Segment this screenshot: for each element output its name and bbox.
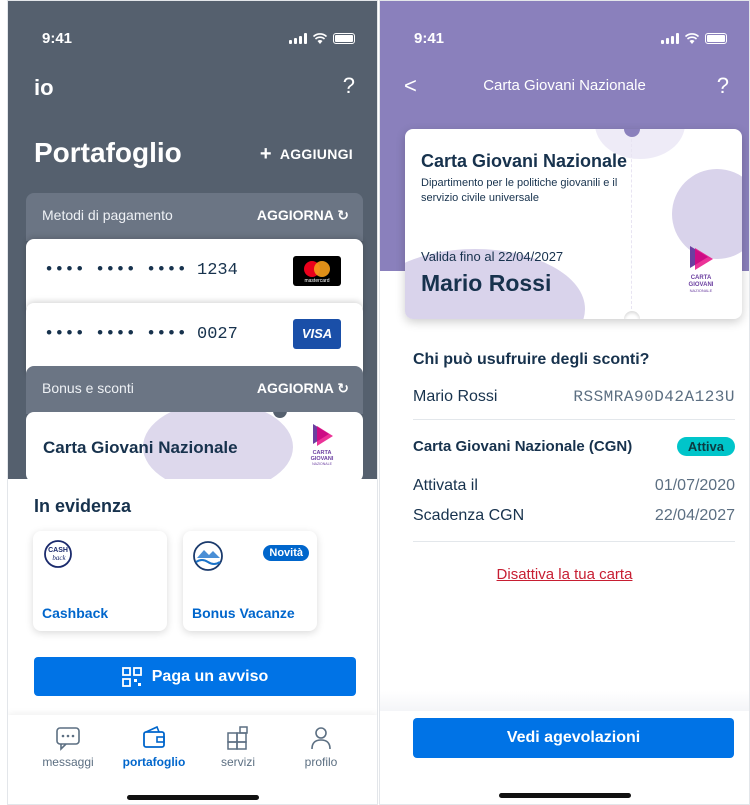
wifi-icon: [685, 32, 699, 44]
pay-notice-label: Paga un avviso: [151, 667, 269, 685]
signal-icon: [289, 32, 307, 44]
add-button-label: AGGIUNGI: [279, 146, 353, 162]
holder-name: Mario Rossi: [413, 388, 498, 405]
plus-icon: +: [259, 143, 272, 165]
qr-code-icon: [121, 666, 142, 687]
app-logo-letters: io: [34, 75, 54, 100]
cgn-card-title: Carta Giovani Nazionale: [43, 438, 238, 457]
divider: [413, 419, 735, 420]
expiry-value: 22/04/2027: [654, 507, 735, 524]
cgn-logo-icon: CARTA GIOVANI NAZIONALE: [689, 246, 714, 293]
cgn-logo-icon: CARTA GIOVANI NAZIONALE: [311, 424, 334, 466]
nav-title: Carta Giovani Nazionale: [483, 77, 646, 94]
cgn-card: Carta Giovani Nazionale Dipartimento per…: [405, 129, 742, 319]
status-bar: 9:41: [380, 23, 749, 53]
cgn-card-title: Carta Giovani Nazionale: [421, 151, 628, 171]
status-time: 9:41: [414, 29, 445, 47]
mastercard-icon: mastercard: [293, 256, 341, 286]
wallet-icon: [143, 725, 165, 748]
status-badge: Attiva: [676, 437, 735, 456]
tab-bar: messaggi portafoglio servizi profilo: [8, 715, 377, 804]
cgn-valid-until: Valida fino al 22/04/2027: [421, 249, 564, 264]
app-logo: io: [34, 75, 54, 101]
page-title: Portafoglio: [34, 137, 182, 168]
status-row: Carta Giovani Nazionale (CGN) Attiva: [413, 437, 735, 456]
view-benefits-button[interactable]: Vedi agevolazioni: [413, 718, 734, 758]
battery-icon: [705, 32, 727, 44]
home-indicator: [126, 795, 259, 800]
expiry-label: Scadenza CGN: [413, 507, 525, 524]
messages-icon: [56, 727, 80, 751]
refresh-icon: ↻: [337, 380, 349, 396]
bonus-vacanze-icon: [193, 541, 223, 571]
payment-methods-header: Metodi di pagamento AGGIORNA ↻: [26, 193, 363, 241]
bonus-title: Bonus e sconti: [42, 380, 134, 396]
fiscal-code: RSSMRA90D42A123U: [573, 388, 735, 406]
refresh-payment-methods-button[interactable]: AGGIORNA ↻: [257, 207, 349, 241]
help-button[interactable]: ?: [343, 73, 355, 99]
svg-text:NAZIONALE: NAZIONALE: [312, 462, 333, 466]
tab-servizi[interactable]: servizi: [198, 725, 278, 769]
wallet-screen: 9:41 io ? Portafoglio + AGGIUNGI Metodi …: [7, 0, 378, 805]
refresh-bonus-button[interactable]: AGGIORNA ↻: [257, 380, 349, 414]
card-number: •••• •••• •••• 0027: [44, 325, 238, 344]
tab-profilo[interactable]: profilo: [281, 725, 361, 769]
expiry-row: Scadenza CGN 22/04/2027: [413, 507, 735, 525]
visa-icon: VISA: [293, 319, 341, 349]
promo-label: Bonus Vacanze: [192, 605, 295, 621]
who-can-use-title: Chi può usufruire degli sconti?: [413, 351, 650, 368]
home-indicator: [498, 793, 631, 798]
pay-notice-button[interactable]: Paga un avviso: [34, 657, 356, 696]
deactivate-card-link[interactable]: Disattiva la tua carta: [380, 566, 749, 583]
new-badge: Novità: [263, 545, 309, 561]
svg-text:CARTA: CARTA: [691, 275, 712, 281]
cgn-detail-screen: 9:41 < Carta Giovani Nazionale ? Carta G…: [379, 0, 750, 805]
featured-title: In evidenza: [34, 496, 132, 516]
status-time: 9:41: [42, 29, 73, 47]
cgn-card-preview[interactable]: Carta Giovani Nazionale CARTA GIOVANI NA…: [26, 412, 363, 482]
divider: [413, 541, 735, 542]
promo-card-bonus-vacanze[interactable]: Novità Bonus Vacanze: [183, 531, 317, 631]
svg-text:NAZIONALE: NAZIONALE: [690, 288, 713, 293]
activated-row: Attivata il 01/07/2020: [413, 477, 735, 495]
holder-row: Mario Rossi RSSMRA90D42A123U: [413, 388, 735, 406]
profile-icon: [311, 727, 331, 750]
tab-messaggi[interactable]: messaggi: [28, 725, 108, 769]
promo-label: Cashback: [42, 605, 109, 621]
svg-text:back: back: [52, 554, 66, 562]
status-label: Carta Giovani Nazionale (CGN): [413, 438, 633, 455]
cgn-department: Dipartimento per le politiche giovanili …: [421, 177, 618, 204]
help-button[interactable]: ?: [717, 73, 729, 99]
wifi-icon: [313, 32, 327, 44]
card-number: •••• •••• •••• 1234: [44, 261, 238, 280]
cashback-icon: CASH back: [44, 540, 72, 568]
svg-text:CASH: CASH: [48, 547, 68, 554]
activated-label: Attivata il: [413, 477, 478, 494]
cgn-owner-name: Mario Rossi: [421, 270, 552, 296]
activated-value: 01/07/2020: [654, 477, 735, 494]
refresh-icon: ↻: [337, 207, 349, 223]
signal-icon: [661, 32, 679, 44]
add-button[interactable]: + AGGIUNGI: [259, 143, 353, 165]
payment-methods-title: Metodi di pagamento: [42, 207, 173, 223]
promo-card-cashback[interactable]: CASH back Cashback: [33, 531, 167, 631]
status-bar: 9:41: [8, 23, 377, 53]
battery-icon: [333, 32, 355, 44]
tab-portafoglio[interactable]: portafoglio: [114, 725, 194, 769]
bonus-header: Bonus e sconti AGGIORNA ↻: [26, 366, 363, 414]
services-icon: [227, 726, 248, 750]
